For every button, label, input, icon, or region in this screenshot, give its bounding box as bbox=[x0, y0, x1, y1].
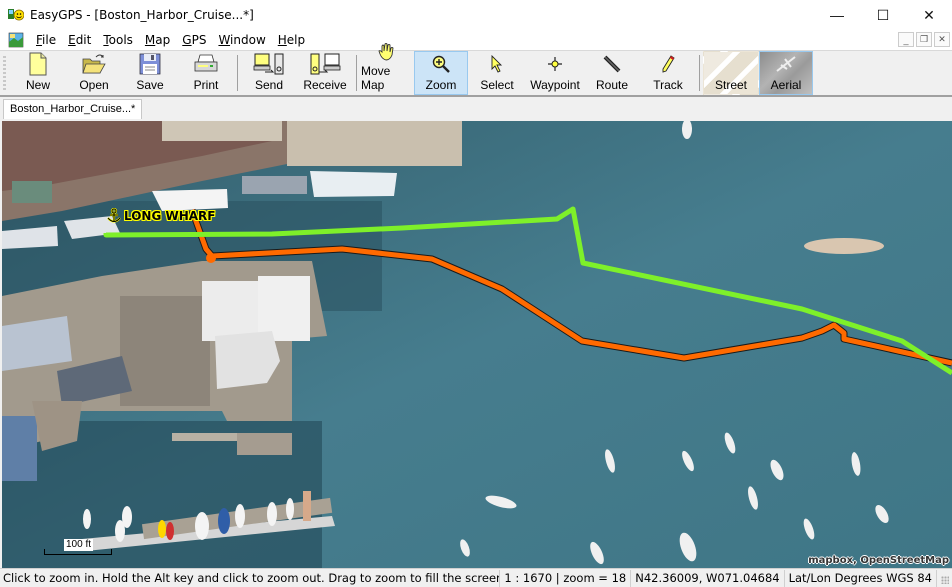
status-datum[interactable]: Lat/Lon Degrees WGS 84 bbox=[783, 569, 936, 587]
status-coordinates: N42.36009, W071.04684 bbox=[630, 569, 783, 587]
toolbar-separator bbox=[699, 55, 700, 91]
send-button[interactable]: Send bbox=[241, 51, 297, 95]
menu-file[interactable]: File bbox=[30, 33, 62, 47]
save-button[interactable]: Save bbox=[122, 51, 178, 95]
aerial-map-button[interactable]: Aerial bbox=[759, 51, 813, 95]
aerial-map-thumbnail-icon bbox=[773, 52, 799, 76]
select-tool-button[interactable]: Select bbox=[468, 51, 526, 95]
tab-boston-harbor-cruise[interactable]: Boston_Harbor_Cruise...* bbox=[3, 99, 143, 119]
toolbar: New Open Save Print Send Receive Move Ma… bbox=[0, 43, 952, 97]
mdi-close-button[interactable]: ✕ bbox=[934, 32, 950, 47]
waypoint-tool-button[interactable]: Waypoint bbox=[526, 51, 584, 95]
track-start-point[interactable] bbox=[206, 253, 216, 263]
floppy-disk-icon bbox=[139, 52, 161, 76]
street-map-button[interactable]: Street bbox=[703, 51, 759, 95]
menu-window[interactable]: Window bbox=[212, 33, 271, 47]
status-scale-zoom: 1 : 1670 | zoom = 18 bbox=[499, 569, 630, 587]
status-bar: Click to zoom in. Hold the Alt key and c… bbox=[0, 568, 952, 587]
move-map-button[interactable]: Move Map bbox=[360, 43, 414, 95]
minimize-icon: — bbox=[830, 7, 844, 23]
minimize-icon: _ bbox=[903, 34, 909, 45]
menu-map[interactable]: Map bbox=[139, 33, 176, 47]
maximize-button[interactable]: ☐ bbox=[860, 0, 906, 30]
menu-tools[interactable]: Tools bbox=[97, 33, 139, 47]
route-line-icon bbox=[602, 52, 622, 76]
waypoint-crosshair-icon bbox=[547, 52, 563, 76]
pencil-icon bbox=[660, 52, 676, 76]
toolbar-separator bbox=[237, 55, 238, 91]
new-button[interactable]: New bbox=[10, 51, 66, 95]
easygps-app-icon bbox=[8, 7, 25, 23]
document-icon[interactable] bbox=[8, 32, 24, 48]
document-tab-strip: Boston_Harbor_Cruise...* bbox=[0, 97, 952, 121]
magnifier-icon bbox=[431, 52, 451, 76]
map-view[interactable]: LONG WHARF 100 ft mapbox, OpenStreetMap bbox=[2, 121, 952, 568]
hand-icon bbox=[377, 42, 397, 62]
menu-gps[interactable]: GPS bbox=[176, 33, 212, 47]
send-to-gps-icon bbox=[253, 52, 285, 76]
scale-label: 100 ft bbox=[64, 539, 94, 551]
receive-from-gps-icon bbox=[309, 52, 341, 76]
close-icon: ✕ bbox=[938, 34, 946, 44]
close-button[interactable]: ✕ bbox=[906, 0, 952, 30]
open-folder-icon bbox=[82, 52, 106, 76]
printer-icon bbox=[194, 52, 218, 76]
menu-bar: File Edit Tools Map GPS Window Help _ ❐ … bbox=[0, 30, 952, 50]
menu-edit[interactable]: Edit bbox=[62, 33, 97, 47]
mdi-restore-button[interactable]: ❐ bbox=[916, 32, 932, 47]
minimize-button[interactable]: — bbox=[814, 0, 860, 30]
zoom-tool-button[interactable]: Zoom bbox=[414, 51, 468, 95]
toolbar-grip[interactable] bbox=[3, 56, 6, 92]
waypoint-label[interactable]: LONG WHARF bbox=[124, 209, 216, 223]
track-tool-button[interactable]: Track bbox=[640, 51, 696, 95]
mdi-minimize-button[interactable]: _ bbox=[898, 32, 914, 47]
close-icon: ✕ bbox=[923, 6, 935, 23]
pointer-arrow-icon bbox=[490, 52, 504, 76]
print-button[interactable]: Print bbox=[178, 51, 234, 95]
new-file-icon bbox=[28, 52, 48, 76]
title-bar: EasyGPS - [Boston_Harbor_Cruise...*] — ☐… bbox=[0, 0, 952, 30]
restore-icon: ❐ bbox=[919, 34, 929, 44]
receive-button[interactable]: Receive bbox=[297, 51, 353, 95]
menu-help[interactable]: Help bbox=[272, 33, 311, 47]
resize-grip[interactable] bbox=[936, 569, 952, 587]
toolbar-separator bbox=[356, 55, 357, 91]
route-line-green[interactable] bbox=[103, 206, 952, 376]
maximize-icon: ☐ bbox=[876, 6, 890, 23]
window-title: EasyGPS - [Boston_Harbor_Cruise...*] bbox=[30, 8, 254, 22]
open-button[interactable]: Open bbox=[66, 51, 122, 95]
anchor-waypoint-icon[interactable] bbox=[106, 207, 122, 227]
map-attribution[interactable]: mapbox, OpenStreetMap bbox=[808, 555, 949, 566]
route-tool-button[interactable]: Route bbox=[584, 51, 640, 95]
status-message: Click to zoom in. Hold the Alt key and c… bbox=[3, 571, 500, 585]
